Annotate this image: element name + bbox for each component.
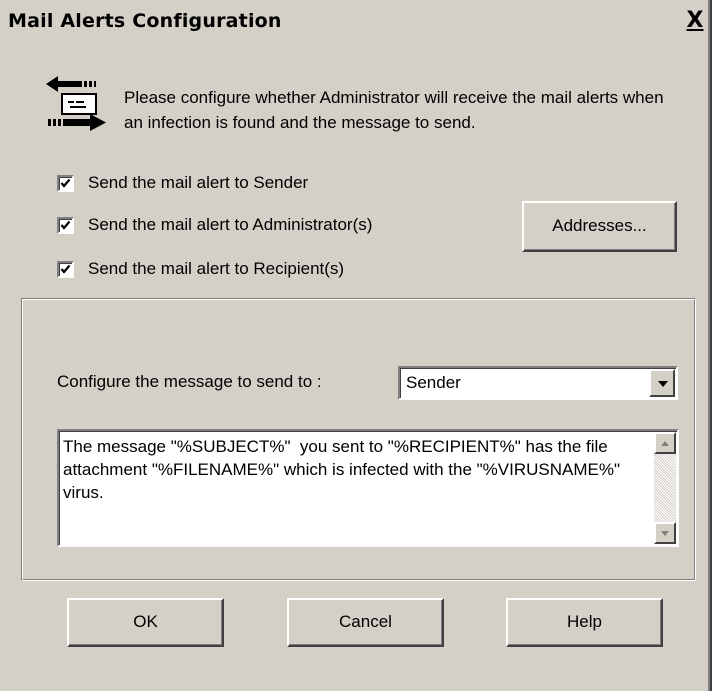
option-sender-label: Send the mail alert to Sender <box>88 173 309 192</box>
chevron-down-icon <box>658 381 668 387</box>
ok-button[interactable]: OK <box>67 598 224 647</box>
option-sender[interactable]: Send the mail alert to Sender <box>57 170 308 196</box>
checkbox-sender[interactable] <box>57 174 74 192</box>
message-body: The message "%SUBJECT%" you sent to "%RE… <box>63 437 625 502</box>
scroll-down-button[interactable] <box>654 522 676 544</box>
option-administrators[interactable]: Send the mail alert to Administrator(s) <box>57 212 372 238</box>
scroll-up-icon <box>661 441 669 446</box>
option-administrators-label: Send the mail alert to Administrator(s) <box>88 215 373 234</box>
dropdown-arrow-button[interactable] <box>649 369 675 397</box>
checkbox-recipients[interactable] <box>57 260 74 278</box>
cancel-button[interactable]: Cancel <box>287 598 444 647</box>
window-border <box>708 0 712 691</box>
mail-alerts-dialog: Mail Alerts Configuration X Please confi… <box>0 0 712 691</box>
recipient-select-value: Sender <box>406 373 461 392</box>
scroll-down-icon <box>661 531 669 536</box>
mail-arrows-icon <box>44 72 114 134</box>
close-button[interactable]: X <box>682 6 708 36</box>
help-button[interactable]: Help <box>506 598 663 647</box>
title-bar[interactable]: Mail Alerts Configuration X <box>0 0 712 44</box>
dialog-title: Mail Alerts Configuration <box>8 10 282 32</box>
message-scrollbar[interactable] <box>654 432 676 544</box>
addresses-button[interactable]: Addresses... <box>522 201 677 252</box>
message-textarea[interactable]: The message "%SUBJECT%" you sent to "%RE… <box>57 429 679 547</box>
recipient-select[interactable]: Sender <box>398 366 678 400</box>
scroll-up-button[interactable] <box>654 432 676 454</box>
option-recipients[interactable]: Send the mail alert to Recipient(s) <box>57 256 344 282</box>
option-recipients-label: Send the mail alert to Recipient(s) <box>88 259 345 278</box>
intro-text: Please configure whether Administrator w… <box>124 88 664 132</box>
checkbox-administrators[interactable] <box>57 216 74 234</box>
configure-label: Configure the message to send to : <box>57 372 322 391</box>
